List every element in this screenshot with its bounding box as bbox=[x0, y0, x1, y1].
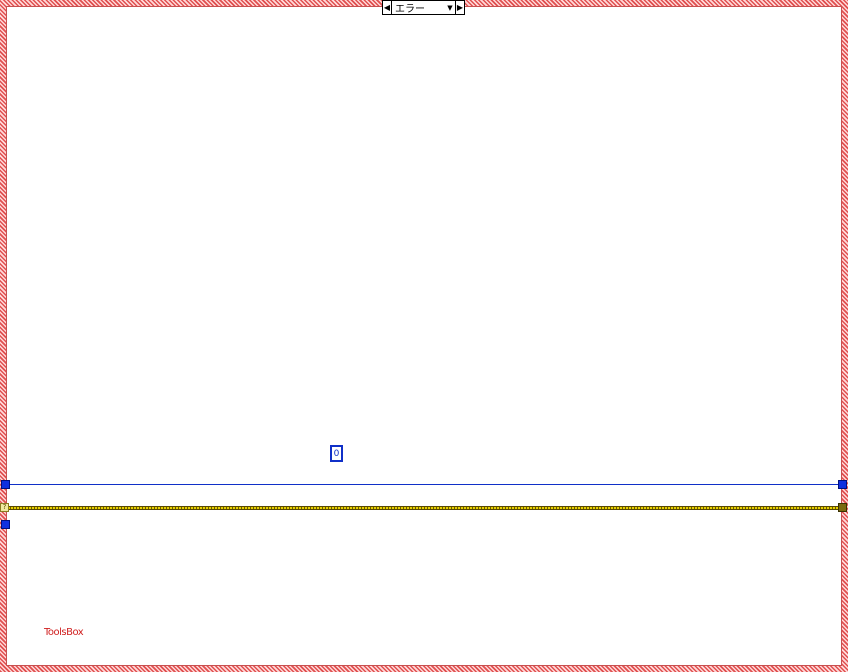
case-selector-terminal[interactable]: ? bbox=[0, 503, 9, 512]
case-structure-frame[interactable] bbox=[0, 0, 848, 672]
toolsbox-label: ToolsBox bbox=[44, 627, 84, 638]
previous-case-icon[interactable]: ◀ bbox=[383, 1, 392, 14]
case-structure-diagram bbox=[6, 6, 842, 666]
input-tunnel-integer[interactable] bbox=[1, 480, 10, 489]
numeric-constant[interactable]: 0 bbox=[330, 445, 343, 462]
input-tunnel-secondary[interactable] bbox=[1, 520, 10, 529]
numeric-constant-value: 0 bbox=[333, 448, 340, 459]
chevron-down-icon[interactable]: ▼ bbox=[445, 4, 455, 12]
error-cluster-wire[interactable] bbox=[8, 506, 840, 510]
case-selector-label: エラー bbox=[395, 4, 425, 15]
case-selector[interactable]: ◀ エラー ▼ ▶ bbox=[382, 0, 465, 15]
case-selector-terminal-glyph: ? bbox=[2, 503, 7, 511]
integer-wire[interactable] bbox=[8, 484, 840, 485]
output-tunnel-integer[interactable] bbox=[838, 480, 847, 489]
next-case-icon[interactable]: ▶ bbox=[455, 1, 464, 14]
output-tunnel-error[interactable] bbox=[838, 503, 847, 512]
